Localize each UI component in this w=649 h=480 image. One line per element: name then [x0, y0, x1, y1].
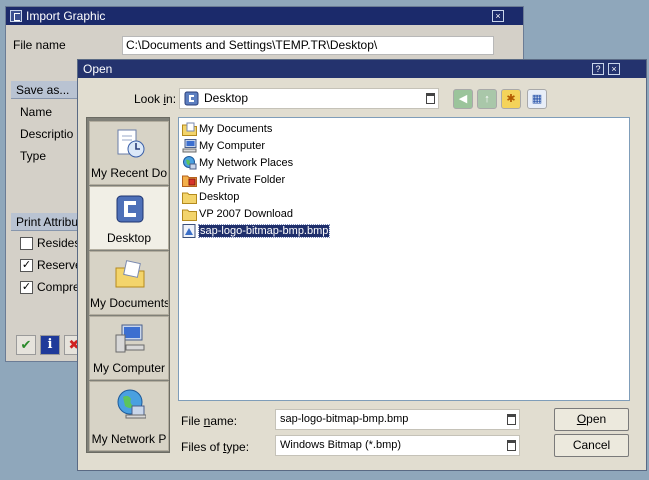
my-documents-icon [115, 260, 145, 288]
open-button[interactable]: Open [554, 408, 629, 431]
cancel-button[interactable]: Cancel [554, 434, 629, 457]
import-graphic-titlebar[interactable]: Import Graphic × [6, 7, 523, 25]
place-label: My Documents [90, 296, 168, 310]
print-attributes-label: Print Attribu [16, 215, 79, 229]
save-as-label: Save as... [16, 83, 70, 97]
look-in-label: Look in: [134, 92, 177, 106]
place-label: My Computer [92, 361, 166, 375]
type-label: Type [20, 149, 47, 163]
place-label: My Recent Do [90, 166, 168, 180]
file-name-value: sap-logo-bitmap-bmp.bmp [280, 413, 409, 425]
network-places-icon [183, 156, 197, 170]
files-of-type-combo[interactable]: Windows Bitmap (*.bmp) [275, 435, 520, 456]
reserve-checkbox[interactable]: ✓ [20, 259, 33, 272]
file-name: My Private Folder [199, 174, 286, 186]
my-documents-folder-icon [182, 122, 197, 136]
reserve-label: Reserve [37, 258, 82, 272]
place-label: Desktop [106, 231, 152, 245]
open-dialog: Open ? × Look in: Desktop ◀ ↑ ✱ ▦ My Rec… [77, 59, 647, 471]
list-item[interactable]: My Computer [182, 138, 265, 154]
compress-label: Compre [37, 280, 80, 294]
file-name: My Computer [199, 140, 266, 152]
compress-checkbox[interactable]: ✓ [20, 281, 33, 294]
dropdown-arrow-icon[interactable] [507, 440, 516, 451]
desktop-icon [184, 91, 199, 106]
list-item[interactable]: Desktop [182, 189, 239, 205]
name-label: Name [20, 105, 53, 119]
info-icon[interactable]: i [40, 335, 60, 355]
confirm-icon[interactable]: ✔ [16, 335, 36, 355]
view-menu-icon[interactable]: ▦ [527, 89, 547, 109]
list-item[interactable]: My Network Places [182, 155, 293, 171]
place-my-documents[interactable]: My Documents [89, 251, 169, 315]
close-icon[interactable]: × [608, 63, 620, 75]
look-in-value: Desktop [204, 91, 249, 105]
place-desktop[interactable]: Desktop [89, 186, 169, 250]
import-graphic-title: Import Graphic [26, 9, 106, 23]
open-dialog-title: Open [83, 62, 113, 76]
list-item[interactable]: VP 2007 Download [182, 206, 293, 222]
places-bar: My Recent Do Desktop My Documents My Com… [86, 117, 170, 453]
dropdown-arrow-icon[interactable] [507, 414, 516, 425]
file-name-input[interactable]: C:\Documents and Settings\TEMP.TR\Deskto… [122, 36, 494, 55]
help-icon[interactable]: ? [592, 63, 604, 75]
back-icon[interactable]: ◀ [453, 89, 473, 109]
resides-checkbox[interactable] [20, 237, 33, 250]
file-name-label: File name [13, 38, 66, 52]
recent-documents-icon [117, 129, 145, 158]
file-name: Desktop [199, 191, 240, 203]
network-places-icon [117, 389, 146, 419]
dropdown-arrow-icon[interactable] [426, 93, 435, 104]
list-item[interactable]: My Documents [182, 121, 272, 137]
print-attributes-section-header: Print Attribu [11, 213, 81, 231]
place-label: My Network P [91, 432, 167, 446]
my-computer-icon [115, 324, 145, 353]
app-icon [10, 10, 22, 22]
close-icon[interactable]: × [492, 10, 504, 22]
file-name: VP 2007 Download [199, 208, 293, 220]
place-my-computer[interactable]: My Computer [89, 316, 169, 380]
look-in-combo[interactable]: Desktop [179, 88, 439, 109]
my-computer-icon [182, 139, 197, 153]
file-name-combo[interactable]: sap-logo-bitmap-bmp.bmp [275, 409, 520, 430]
place-my-network[interactable]: My Network P [89, 381, 169, 451]
list-item[interactable]: sap-logo-bitmap-bmp.bmp [182, 223, 331, 239]
file-name: My Documents [199, 123, 273, 135]
resides-label: Resides [37, 236, 81, 250]
bitmap-file-icon [182, 224, 196, 238]
file-name: sap-logo-bitmap-bmp.bmp [197, 224, 331, 238]
file-list[interactable]: My Documents My Computer My Network Plac… [178, 117, 630, 401]
new-folder-icon[interactable]: ✱ [501, 89, 521, 109]
folder-icon [182, 209, 197, 221]
folder-icon [182, 192, 197, 204]
file-name-label: File name: [181, 414, 238, 428]
description-label: Descriptio [20, 127, 74, 141]
file-name: My Network Places [199, 157, 294, 169]
files-of-type-label: Files of type: [181, 440, 250, 454]
save-as-section-header: Save as... [11, 81, 81, 99]
private-folder-icon [182, 175, 197, 187]
desktop-icon [116, 195, 144, 223]
place-recent-documents[interactable]: My Recent Do [89, 121, 169, 185]
files-of-type-value: Windows Bitmap (*.bmp) [280, 439, 402, 451]
list-item[interactable]: My Private Folder [182, 172, 285, 188]
up-folder-icon[interactable]: ↑ [477, 89, 497, 109]
open-dialog-titlebar[interactable]: Open ? × [78, 60, 646, 78]
